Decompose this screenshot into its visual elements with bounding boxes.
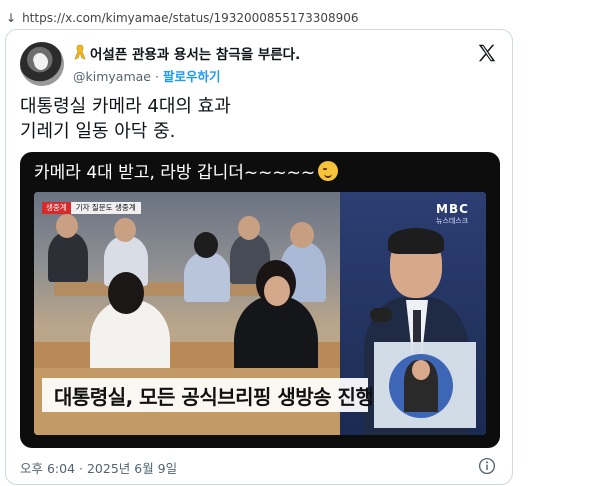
info-icon[interactable]	[478, 457, 496, 475]
media-caption: 카메라 4대 받고, 라방 갑니더~~~~~	[34, 158, 339, 183]
avatar[interactable]	[20, 42, 64, 86]
address-bar[interactable]: ↓ https://x.com/kimyamae/status/19320008…	[6, 8, 359, 28]
tweet-card[interactable]: 어설픈 관용과 용서는 참극을 부른다. @kimyamae · 팔로우하기 대통령…	[5, 29, 513, 485]
live-tag: 생중계 기자 질문도 생중계	[42, 202, 141, 214]
handle-row: @kimyamae · 팔로우하기	[73, 66, 220, 85]
live-badge: 생중계	[42, 202, 71, 214]
display-name[interactable]: 어설픈 관용과 용서는 참극을 부른다.	[90, 43, 300, 63]
broadcaster-sub-logo: 뉴스데스크	[436, 217, 469, 225]
news-subtitle-text: 대통령실, 모든 공식브리핑 생방송 진행	[54, 385, 374, 409]
microphone	[370, 308, 392, 322]
url-text[interactable]: https://x.com/kimyamae/status/1932000855…	[22, 11, 358, 25]
media-attachment[interactable]: 카메라 4대 받고, 라방 갑니더~~~~~ MBC 뉴스데스크 생중계 기자 …	[20, 152, 500, 448]
news-subtitle: 대통령실, 모든 공식브리핑 생방송 진행	[42, 378, 374, 412]
video-frame[interactable]: MBC 뉴스데스크 생중계 기자 질문도 생중계 대통령실, 모든 공식브리핑 …	[34, 192, 486, 435]
tweet-text-line: 기레기 일동 아닥 중.	[20, 121, 176, 142]
follow-button[interactable]: 팔로우하기	[163, 69, 221, 84]
live-badge-sub: 기자 질문도 생중계	[70, 202, 141, 214]
user-handle[interactable]: @kimyamae	[73, 69, 151, 84]
tweet-timestamp[interactable]: 오후 6:04 · 2025년 6월 9일	[20, 458, 177, 477]
broadcaster-logo: MBC	[436, 202, 469, 216]
media-caption-text: 카메라 4대 받고, 라방 갑니더~~~~~	[34, 163, 316, 183]
tweet-text-line: 대통령실 카메라 4대의 효과	[20, 96, 231, 117]
separator: ·	[154, 69, 159, 84]
download-arrow-icon: ↓	[6, 11, 17, 25]
winking-face-emoji-icon	[318, 161, 339, 181]
tweet-text: 대통령실 카메라 4대의 효과 기레기 일동 아닥 중.	[20, 94, 500, 144]
yellow-ribbon-icon	[74, 44, 86, 60]
x-logo-icon[interactable]	[476, 42, 498, 64]
